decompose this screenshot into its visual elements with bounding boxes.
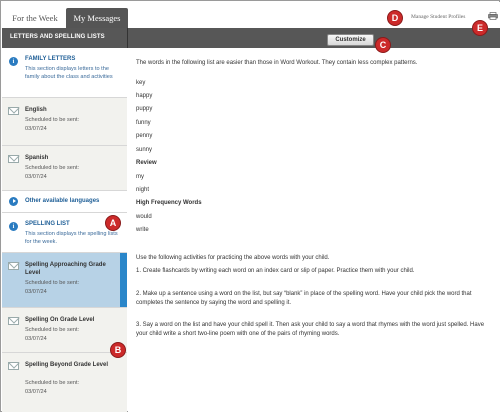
scheduled-date: 03/07/24 bbox=[25, 336, 47, 342]
spelling-word: sunny bbox=[136, 147, 153, 153]
activity-3: 3. Say a word on the list and have your … bbox=[136, 322, 485, 337]
callout-marker-b: B bbox=[110, 342, 126, 358]
scheduled-label: Scheduled to be sent: bbox=[25, 165, 80, 171]
sidebar-item-label: Spanish bbox=[25, 155, 49, 161]
activity-1: 1. Create flashcards by writing each wor… bbox=[136, 268, 415, 274]
info-icon: i bbox=[9, 222, 18, 231]
activity-2: 2. Make up a sentence using a word on th… bbox=[136, 291, 472, 306]
sidebar-item-spelling-approaching[interactable]: Spelling Approaching Grade Level Schedul… bbox=[2, 253, 127, 308]
callout-marker-e: E bbox=[472, 20, 488, 36]
app-frame: For the Week My Messages Manage Student … bbox=[0, 0, 500, 412]
envelope-icon bbox=[8, 362, 19, 370]
review-word: my bbox=[136, 174, 144, 180]
sidebar-section-family-letters: i FAMILY LETTERS This section displays l… bbox=[2, 48, 127, 98]
other-languages-link[interactable]: Other available languages bbox=[25, 198, 99, 204]
section-header-bar: LETTERS AND SPELLING LISTS Customize bbox=[2, 28, 500, 48]
activities-intro: Use the following activities for practic… bbox=[136, 255, 330, 261]
envelope-icon bbox=[8, 317, 19, 325]
callout-marker-d: D bbox=[387, 10, 403, 26]
sidebar-item-label: Spelling Approaching Grade Level bbox=[25, 262, 106, 277]
play-icon bbox=[9, 197, 18, 206]
sidebar-item-label: Spelling On Grade Level bbox=[25, 317, 95, 323]
intro-text: The words in the following list are easi… bbox=[136, 60, 418, 66]
sidebar-item-spelling-on-grade[interactable]: Spelling On Grade Level Scheduled to be … bbox=[2, 308, 127, 353]
customize-button[interactable]: Customize bbox=[327, 34, 374, 46]
envelope-icon bbox=[8, 107, 19, 115]
review-heading: Review bbox=[136, 160, 157, 166]
scheduled-date: 03/07/24 bbox=[25, 389, 47, 395]
envelope-icon bbox=[8, 262, 19, 270]
sidebar-item-label: English bbox=[25, 107, 47, 113]
info-icon: i bbox=[9, 57, 18, 66]
family-letters-heading: FAMILY LETTERS bbox=[25, 56, 76, 62]
spelling-word: key bbox=[136, 80, 146, 86]
scheduled-label: Scheduled to be sent: bbox=[25, 327, 80, 333]
spelling-list-heading: SPELLING LIST bbox=[25, 221, 70, 227]
review-word: night bbox=[136, 187, 150, 193]
sidebar-item-label: Spelling Beyond Grade Level bbox=[25, 362, 109, 368]
high-frequency-heading: High Frequency Words bbox=[136, 200, 202, 206]
callout-marker-c: C bbox=[375, 37, 391, 53]
scheduled-label: Scheduled to be sent: bbox=[25, 280, 80, 286]
scheduled-date: 03/07/24 bbox=[25, 174, 47, 180]
header-divider bbox=[127, 28, 128, 48]
selected-indicator bbox=[120, 253, 127, 307]
sidebar-item-english[interactable]: English Scheduled to be sent: 03/07/24 bbox=[2, 98, 127, 146]
sidebar-item-spelling-beyond[interactable]: Spelling Beyond Grade Level Scheduled to… bbox=[2, 353, 127, 412]
spelling-word: happy bbox=[136, 93, 153, 99]
envelope-icon bbox=[8, 155, 19, 163]
sidebar-item-other-languages[interactable]: Other available languages bbox=[2, 191, 127, 213]
scheduled-label: Scheduled to be sent: bbox=[25, 117, 80, 123]
print-icon[interactable] bbox=[488, 12, 498, 20]
family-letters-description: This section displays letters to the fam… bbox=[25, 66, 113, 81]
sidebar-title: LETTERS AND SPELLING LISTS bbox=[10, 34, 105, 40]
scheduled-date: 03/07/24 bbox=[25, 126, 47, 132]
letter-content: The words in the following list are easi… bbox=[128, 48, 500, 412]
tab-bar: For the Week My Messages Manage Student … bbox=[2, 2, 500, 28]
spelling-word: puppy bbox=[136, 106, 153, 112]
spelling-list-description: This section displays the spelling lists… bbox=[25, 231, 118, 246]
manage-student-profiles-link[interactable]: Manage Student Profiles bbox=[411, 14, 465, 20]
high-frequency-word: write bbox=[136, 227, 149, 233]
scheduled-label: Scheduled to be sent: bbox=[25, 380, 80, 386]
tab-for-the-week[interactable]: For the Week bbox=[6, 8, 64, 28]
spelling-word: funny bbox=[136, 120, 151, 126]
tab-my-messages[interactable]: My Messages bbox=[66, 8, 128, 28]
spelling-word: penny bbox=[136, 133, 153, 139]
sidebar-item-spanish[interactable]: Spanish Scheduled to be sent: 03/07/24 bbox=[2, 146, 127, 191]
high-frequency-word: would bbox=[136, 214, 152, 220]
scheduled-date: 03/07/24 bbox=[25, 289, 47, 295]
callout-marker-a: A bbox=[105, 215, 121, 231]
